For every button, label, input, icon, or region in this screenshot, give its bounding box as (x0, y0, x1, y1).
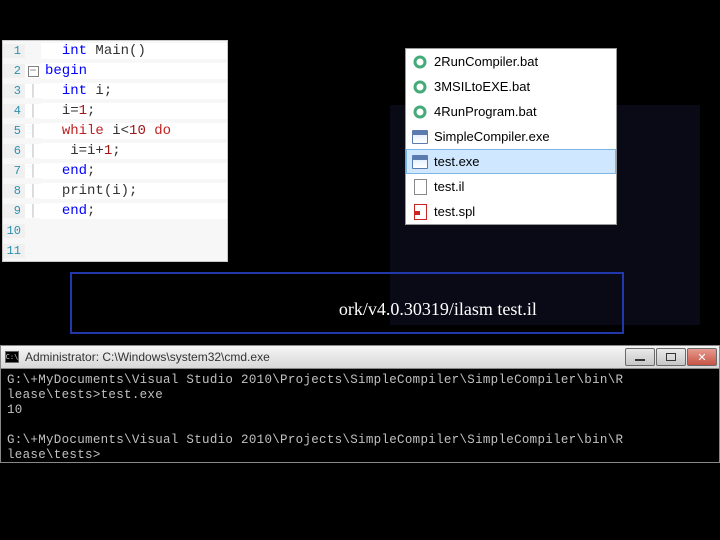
code-line[interactable]: 7│ end; (3, 161, 227, 181)
file-row[interactable]: test.exe (406, 149, 616, 174)
code-line[interactable]: 8│ print(i); (3, 181, 227, 201)
cmd-title-text: Administrator: C:\Windows\system32\cmd.e… (25, 350, 270, 364)
file-row[interactable]: 3MSILtoEXE.bat (406, 74, 616, 99)
code-line[interactable]: 9│ end; (3, 201, 227, 221)
code-text[interactable]: int i; (41, 83, 227, 99)
application-icon (412, 154, 428, 170)
line-number: 9 (3, 204, 25, 218)
line-number: 5 (3, 124, 25, 138)
line-number: 2 (3, 64, 25, 78)
overlay-line2-front: > %Windir%/micro (80, 299, 222, 319)
line-number: 1 (3, 44, 25, 58)
fold-gutter[interactable]: │ (25, 124, 41, 138)
cmd-output[interactable]: G:\+MyDocuments\Visual Studio 2010\Proje… (0, 369, 720, 463)
file-name: 3MSILtoEXE.bat (434, 79, 530, 94)
line-number: 8 (3, 184, 25, 198)
code-line[interactable]: 11 (3, 241, 227, 261)
code-line[interactable]: 3│ int i; (3, 81, 227, 101)
fold-gutter[interactable]: │ (25, 184, 41, 198)
code-text[interactable]: i=1; (41, 103, 227, 119)
page-icon (412, 179, 428, 195)
file-row[interactable]: 4RunProgram.bat (406, 99, 616, 124)
line-number: 4 (3, 104, 25, 118)
fold-gutter[interactable]: │ (25, 104, 41, 118)
code-text[interactable]: begin (41, 63, 227, 79)
maximize-button[interactable] (656, 348, 686, 366)
code-text[interactable]: print(i); (41, 183, 227, 199)
fold-gutter[interactable]: │ (25, 144, 41, 158)
close-button[interactable]: ✕ (687, 348, 717, 366)
line-number: 3 (3, 84, 25, 98)
file-name: 4RunProgram.bat (434, 104, 537, 119)
code-text[interactable]: i=i+1; (41, 143, 227, 159)
minimize-button[interactable] (625, 348, 655, 366)
code-text[interactable]: while i<10 do (41, 123, 227, 139)
file-list[interactable]: 2RunCompiler.bat 3MSILtoEXE.bat 4RunProgra… (405, 48, 617, 225)
gear-icon (412, 54, 428, 70)
gear-icon (412, 79, 428, 95)
fold-gutter[interactable]: │ (25, 164, 41, 178)
code-line[interactable]: 5│ while i<10 do (3, 121, 227, 141)
code-line[interactable]: 6│ i=i+1; (3, 141, 227, 161)
gear-icon (412, 104, 428, 120)
file-row[interactable]: 2RunCompiler.bat (406, 49, 616, 74)
code-line[interactable]: 10 (3, 221, 227, 241)
file-name: test.il (434, 179, 464, 194)
line-number: 11 (3, 244, 25, 258)
cmd-window: C:\ Administrator: C:\Windows\system32\c… (0, 345, 720, 465)
line-number: 7 (3, 164, 25, 178)
file-name: 2RunCompiler.bat (434, 54, 538, 69)
file-row[interactable]: test.spl (406, 199, 616, 224)
file-row[interactable]: test.il (406, 174, 616, 199)
line-number: 6 (3, 144, 25, 158)
overlay-line1-front: > SimpleCompiler.ex (80, 278, 234, 298)
code-text[interactable]: end; (41, 163, 227, 179)
cmd-icon: C:\ (5, 351, 19, 363)
file-row[interactable]: SimpleCompiler.exe (406, 124, 616, 149)
application-icon (412, 129, 428, 145)
cmd-titlebar[interactable]: C:\ Administrator: C:\Windows\system32\c… (0, 345, 720, 369)
file-name: test.exe (434, 154, 480, 169)
file-name: SimpleCompiler.exe (434, 129, 550, 144)
code-editor[interactable]: 1 int Main()2−begin3│ int i;4│ i=1;5│ wh… (2, 40, 228, 262)
code-line[interactable]: 4│ i=1; (3, 101, 227, 121)
fold-gutter[interactable]: − (25, 64, 41, 78)
code-text[interactable]: int Main() (41, 43, 227, 59)
code-line[interactable]: 2−begin (3, 61, 227, 81)
line-number: 10 (3, 224, 25, 238)
command-overlay: > SimpleCompiler.ex > %Windir%/micro ork… (70, 272, 624, 334)
code-line[interactable]: 1 int Main() (3, 41, 227, 61)
code-text[interactable]: end; (41, 203, 227, 219)
fold-gutter[interactable]: │ (25, 204, 41, 218)
overlay-line2-back: ork/v4.0.30319/ilasm test.il (222, 299, 537, 319)
pdf-icon (412, 204, 428, 220)
fold-gutter[interactable]: │ (25, 84, 41, 98)
fold-collapse-icon[interactable]: − (28, 66, 39, 77)
file-name: test.spl (434, 204, 475, 219)
